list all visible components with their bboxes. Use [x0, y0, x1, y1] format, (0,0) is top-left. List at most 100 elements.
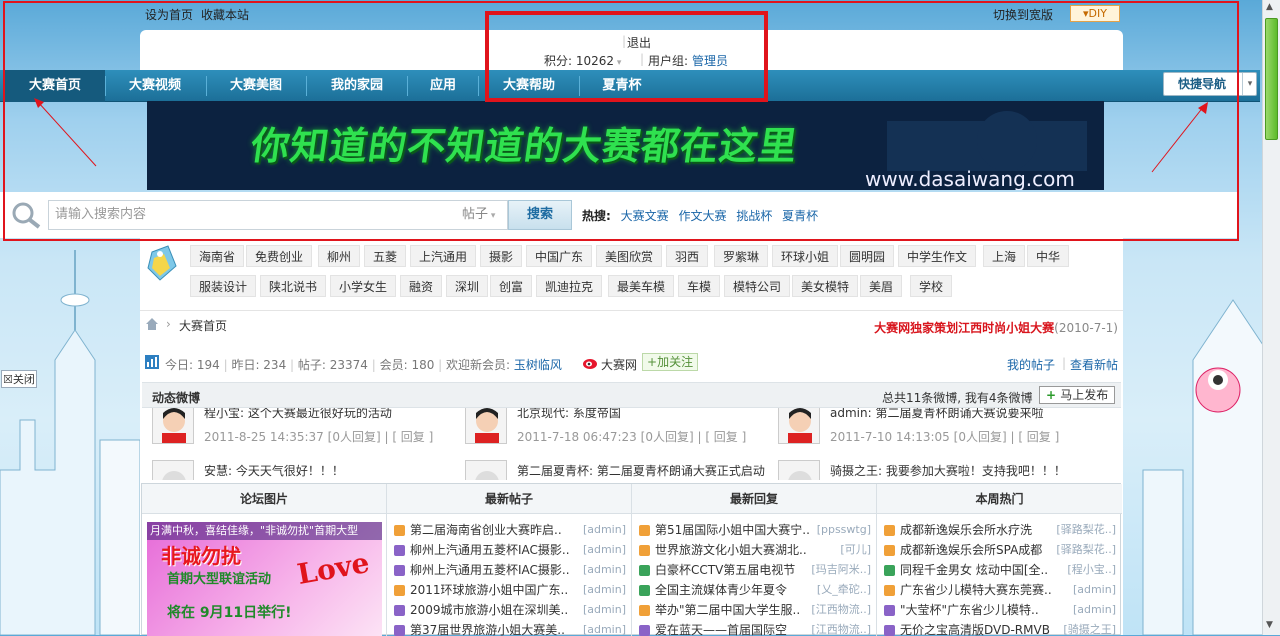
new-posts-link[interactable]: 查看新帖 — [1070, 356, 1118, 373]
list-item-title[interactable]: 无价之宝高清版DVD-RMVB — [900, 623, 1050, 636]
avatar[interactable] — [152, 408, 194, 444]
list-item[interactable]: 举办"第二届中国大学生服.. [江西物流..] — [639, 600, 871, 620]
list-item-author[interactable]: [驿路梨花..] — [1056, 520, 1116, 540]
list-item[interactable]: 白豪杯CCTV第五届电视节 [玛吉阿米..] — [639, 560, 871, 580]
list-item-title[interactable]: 举办"第二届中国大学生服.. — [655, 603, 800, 617]
side-close-button[interactable]: ☒关闭 — [1, 370, 37, 388]
tag-link[interactable]: 摄影 — [480, 245, 523, 267]
feed-item-text[interactable]: admin: 第二届夏青杯朗诵大赛说要来啦 — [830, 408, 1043, 421]
list-item[interactable]: 广东省少儿模特大赛东莞赛.. [admin] — [884, 580, 1116, 600]
tag-link[interactable]: 免费创业 — [246, 245, 313, 267]
list-item-title[interactable]: 白豪杯CCTV第五届电视节 — [655, 563, 795, 577]
list-item[interactable]: 柳州上汽通用五菱杯IAC摄影.. [admin] — [394, 560, 626, 580]
avatar[interactable] — [778, 460, 820, 480]
tag-link[interactable]: 中国广东 — [526, 245, 593, 267]
tag-link[interactable]: 美眉 — [860, 275, 903, 297]
forum-image-slide[interactable]: 月满中秋，喜结佳缘，"非诚勿扰"首期大型 非诚勿扰 首期大型联谊活动 Love … — [147, 522, 382, 636]
feed-item-text[interactable]: 程小宝: 这个大赛最近很好玩的活动 — [204, 408, 392, 421]
scroll-up-icon[interactable]: ▲ — [1266, 2, 1273, 12]
publish-button[interactable]: + 马上发布 — [1039, 386, 1116, 404]
feed-item-text[interactable]: 骑摄之王: 我要参加大赛啦！支持我吧！！！ — [830, 462, 1066, 479]
tag-link[interactable]: 美图欣赏 — [596, 245, 663, 267]
tag-link[interactable]: 五菱 — [364, 245, 407, 267]
list-item[interactable]: 爱在蓝天——首届国际空 [江西物流..] — [639, 620, 871, 636]
list-item[interactable]: 柳州上汽通用五菱杯IAC摄影.. [admin] — [394, 540, 626, 560]
list-item[interactable]: 全国主流媒体青少年夏令 [乂_牵砣..] — [639, 580, 871, 600]
list-item-title[interactable]: 柳州上汽通用五菱杯IAC摄影.. — [410, 543, 570, 557]
tag-link[interactable]: 服装设计 — [190, 275, 257, 297]
tag-link[interactable]: 创富 — [490, 275, 533, 297]
scroll-down-icon[interactable]: ▼ — [1266, 620, 1273, 630]
tag-link[interactable]: 凯迪拉克 — [536, 275, 603, 297]
list-item[interactable]: 同程千金男女 炫动中国[全.. [程小宝..] — [884, 560, 1116, 580]
tag-link[interactable]: 车模 — [678, 275, 721, 297]
home-icon[interactable] — [145, 317, 159, 331]
breadcrumb-home[interactable]: 大赛首页 — [179, 317, 227, 334]
weibo-label[interactable]: 大赛网 — [601, 356, 637, 373]
scrollbar[interactable]: ▲ ▼ — [1262, 0, 1280, 635]
list-item-title[interactable]: 同程千金男女 炫动中国[全.. — [900, 563, 1048, 577]
tag-link[interactable]: 学校 — [910, 275, 953, 297]
my-posts-link[interactable]: 我的帖子 — [1007, 356, 1055, 373]
list-item-author[interactable]: [骑摄之王] — [1063, 620, 1116, 636]
tag-link[interactable]: 小学女生 — [330, 275, 397, 297]
list-item[interactable]: 第二届海南省创业大赛昨启.. [admin] — [394, 520, 626, 540]
list-item-author[interactable]: [乂_牵砣..] — [817, 580, 871, 600]
list-item-title[interactable]: 世界旅游文化小姐大赛湖北.. — [655, 543, 807, 557]
tag-link[interactable]: 陕北说书 — [260, 275, 327, 297]
tag-link[interactable]: 上海 — [983, 245, 1026, 267]
list-item-author[interactable]: [ppsswtg] — [817, 520, 871, 540]
tag-link[interactable]: 融资 — [400, 275, 443, 297]
list-item-title[interactable]: 2011环球旅游小姐中国广东.. — [410, 583, 568, 597]
reply-link[interactable]: [ 回复 ] — [705, 430, 746, 444]
list-item[interactable]: 无价之宝高清版DVD-RMVB [骑摄之王] — [884, 620, 1116, 636]
list-item-author[interactable]: [江西物流..] — [811, 600, 871, 620]
tag-link[interactable]: 环球小姐 — [772, 245, 839, 267]
list-item-author[interactable]: [可儿] — [840, 540, 871, 560]
list-item-author[interactable]: [admin] — [583, 600, 626, 620]
avatar[interactable] — [152, 460, 194, 480]
tag-link[interactable]: 模特公司 — [724, 275, 791, 297]
announcement[interactable]: 大赛网独家策划江西时尚小姐大赛(2010-7-1) — [874, 319, 1118, 336]
feed-item-text[interactable]: 北京现代: 系度帝国 — [517, 408, 621, 421]
tag-link[interactable]: 美女模特 — [792, 275, 859, 297]
tag-link[interactable]: 羽西 — [666, 245, 709, 267]
list-item-title[interactable]: 成都新逸娱乐会所SPA成都 — [900, 543, 1042, 557]
list-item-title[interactable]: 第51届国际小姐中国大赛宁.. — [655, 523, 810, 537]
list-item-title[interactable]: 广东省少儿模特大赛东莞赛.. — [900, 583, 1052, 597]
tag-link[interactable]: 上汽通用 — [410, 245, 477, 267]
avatar[interactable] — [465, 460, 507, 480]
list-item-author[interactable]: [admin] — [1073, 580, 1116, 600]
list-item[interactable]: 2011环球旅游小姐中国广东.. [admin] — [394, 580, 626, 600]
tag-link[interactable]: 深圳 — [446, 275, 489, 297]
list-item-title[interactable]: 第二届海南省创业大赛昨启.. — [410, 523, 562, 537]
list-item-title[interactable]: 2009城市旅游小姐在深圳美.. — [410, 603, 568, 617]
list-item-author[interactable]: [江西物流..] — [811, 620, 871, 636]
tag-link[interactable]: 中华 — [1027, 245, 1070, 267]
avatar[interactable] — [465, 408, 507, 444]
reply-link[interactable]: [ 回复 ] — [392, 430, 433, 444]
tag-link[interactable]: 海南省 — [190, 245, 245, 267]
feed-item-text[interactable]: 安慧: 今天天气很好！！！ — [204, 462, 344, 479]
tag-link[interactable]: 中学生作文 — [898, 245, 977, 267]
avatar[interactable] — [778, 408, 820, 444]
list-item-author[interactable]: [admin] — [1073, 600, 1116, 620]
list-item-author[interactable]: [admin] — [583, 520, 626, 540]
list-item[interactable]: 世界旅游文化小姐大赛湖北.. [可儿] — [639, 540, 871, 560]
tag-link[interactable]: 柳州 — [318, 245, 361, 267]
scrollbar-thumb[interactable] — [1265, 18, 1278, 140]
list-item-title[interactable]: 爱在蓝天——首届国际空 — [655, 623, 787, 636]
list-item-author[interactable]: [admin] — [583, 540, 626, 560]
list-item-author[interactable]: [程小宝..] — [1067, 560, 1116, 580]
list-item-title[interactable]: 第37届世界旅游小姐大赛美.. — [410, 623, 565, 636]
chevron-down-icon[interactable]: ▾ — [1242, 73, 1257, 95]
feed-item-text[interactable]: 第二届夏青杯: 第二届夏青杯朗诵大赛正式启动 — [517, 462, 765, 479]
list-item[interactable]: 成都新逸娱乐会所SPA成都 [驿路梨花..] — [884, 540, 1116, 560]
tag-link[interactable]: 圆明园 — [840, 245, 895, 267]
list-item[interactable]: 第37届世界旅游小姐大赛美.. [admin] — [394, 620, 626, 636]
reply-link[interactable]: [ 回复 ] — [1018, 430, 1059, 444]
tag-link[interactable]: 最美车模 — [608, 275, 675, 297]
list-item-author[interactable]: [玛吉阿米..] — [811, 560, 871, 580]
list-item-title[interactable]: 全国主流媒体青少年夏令 — [655, 583, 787, 597]
list-item[interactable]: "大莹杯"广东省少儿模特.. [admin] — [884, 600, 1116, 620]
